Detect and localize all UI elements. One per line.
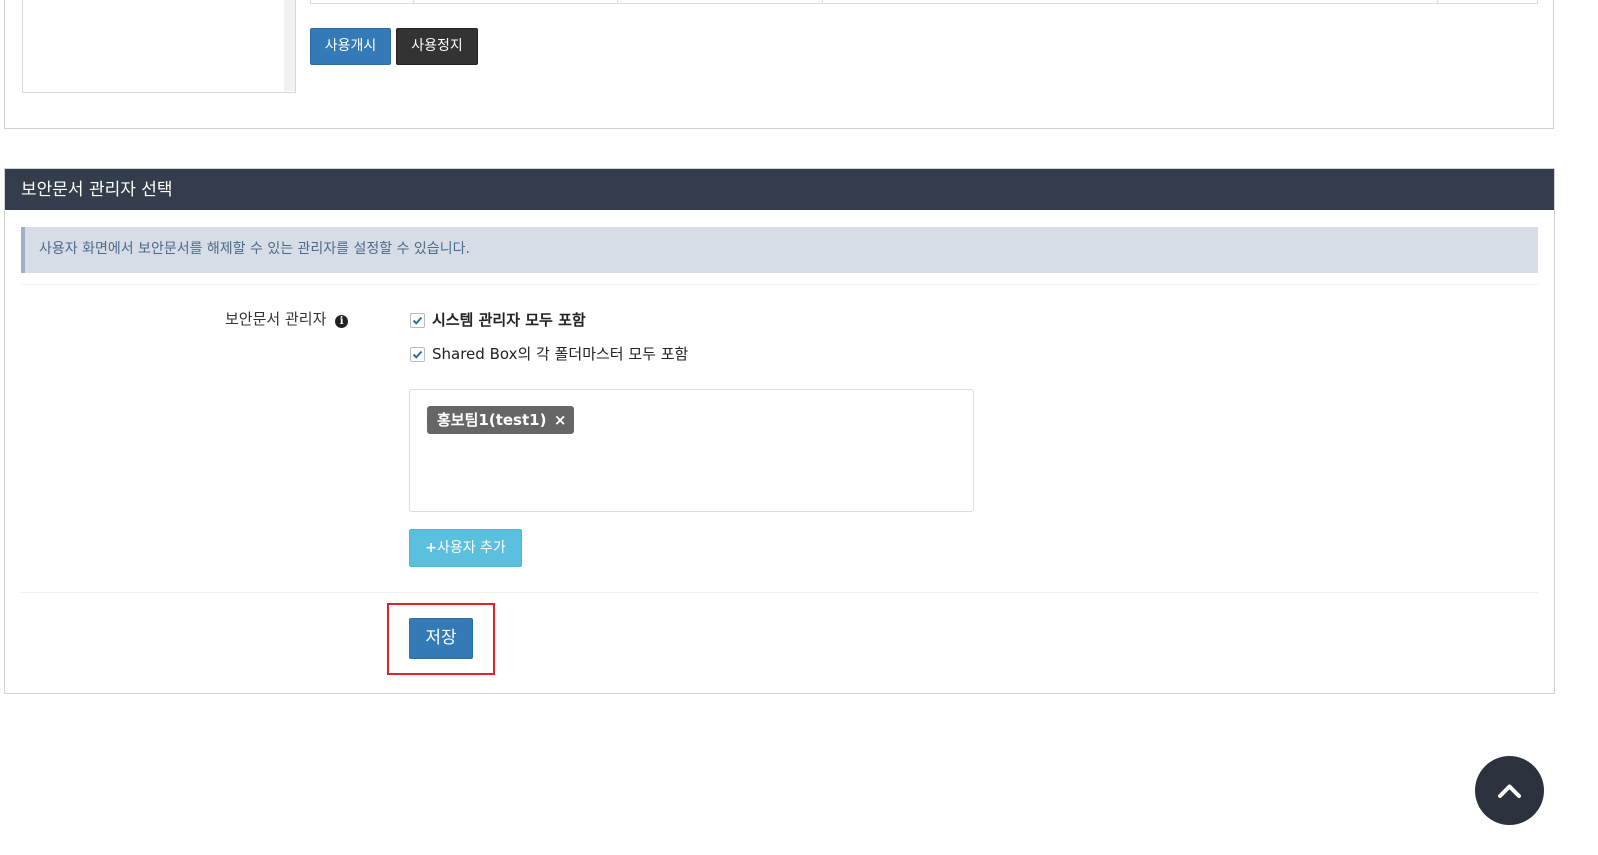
section-title: 보안문서 관리자 선택 — [5, 169, 1554, 210]
save-button[interactable]: 저장 — [409, 618, 473, 659]
checkbox-checked-icon[interactable] — [410, 347, 425, 362]
table-column-divider — [617, 0, 618, 3]
chevron-up-icon — [1498, 784, 1521, 798]
divider — [21, 284, 1538, 285]
checkbox-label: Shared Box의 각 폴더마스터 모두 포함 — [432, 345, 689, 363]
include-system-admins-checkbox[interactable]: 시스템 관리자 모두 포함 — [410, 310, 586, 330]
info-circle-icon[interactable]: i — [335, 315, 349, 328]
user-tag: 홍보팀1(test1) × — [427, 406, 575, 434]
info-message: 사용자 화면에서 보안문서를 해제할 수 있는 관리자를 설정할 수 있습니다. — [21, 227, 1538, 273]
start-use-button[interactable]: 사용개시 — [310, 28, 391, 65]
table-column-divider — [822, 0, 823, 3]
tree-scrollbar[interactable] — [284, 0, 295, 91]
checkbox-label: 시스템 관리자 모두 포함 — [432, 311, 586, 329]
selected-users-box[interactable]: 홍보팀1(test1) × — [409, 389, 974, 512]
scroll-to-top-button[interactable] — [1475, 756, 1544, 825]
top-panel: 사용개시 사용정지 — [4, 0, 1554, 129]
user-tag-label: 홍보팀1(test1) — [437, 411, 547, 429]
plus-icon: + — [425, 540, 437, 556]
stop-use-button[interactable]: 사용정지 — [396, 28, 478, 65]
admin-field-label: 보안문서 관리자 i — [225, 308, 349, 329]
add-user-button[interactable]: +사용자 추가 — [409, 529, 522, 567]
close-icon[interactable]: × — [554, 406, 567, 434]
include-folder-masters-checkbox[interactable]: Shared Box의 각 폴더마스터 모두 포함 — [410, 344, 688, 364]
divider — [21, 592, 1538, 593]
checkbox-checked-icon[interactable] — [410, 313, 425, 328]
tree-panel — [22, 0, 296, 93]
security-doc-admin-section: 보안문서 관리자 선택 사용자 화면에서 보안문서를 해제할 수 있는 관리자를… — [4, 168, 1555, 694]
table-column-divider — [413, 0, 414, 3]
table-column-divider — [1437, 0, 1438, 3]
add-user-label: 사용자 추가 — [436, 540, 506, 556]
user-table — [310, 0, 1538, 4]
admin-field-label-text: 보안문서 관리자 — [225, 310, 327, 328]
